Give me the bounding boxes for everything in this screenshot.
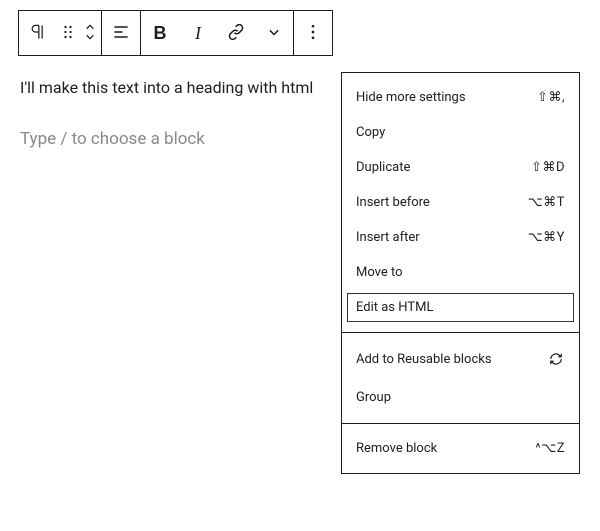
menu-item-label: Edit as HTML [356,300,433,315]
toolbar-group-format: B I [141,11,294,55]
menu-item-label: Remove block [356,441,437,456]
menu-item-label: Insert after [356,230,420,245]
menu-section-3: Remove block ^⌥Z [342,424,579,473]
menu-item-label: Copy [356,125,385,140]
menu-group[interactable]: Group [342,378,579,416]
align-left-icon [111,22,131,45]
menu-move-to[interactable]: Move to [342,255,579,290]
more-rich-text-button[interactable] [255,11,293,55]
shortcut-text: ⇧⌘D [531,160,565,175]
toolbar-group-more [294,11,332,55]
menu-edit-as-html[interactable]: Edit as HTML [344,290,577,325]
menu-item-label: Group [356,390,391,405]
shortcut-text: ⌥⌘Y [528,230,565,245]
menu-hide-more-settings[interactable]: Hide more settings ⇧⌘, [342,80,579,115]
italic-button[interactable]: I [179,11,217,55]
menu-insert-after[interactable]: Insert after ⌥⌘Y [342,220,579,255]
menu-insert-before[interactable]: Insert before ⌥⌘T [342,185,579,220]
drag-handle-button[interactable] [57,11,79,55]
menu-section-2: Add to Reusable blocks Group [342,333,579,424]
chevron-down-icon [264,22,284,45]
move-up-down-button[interactable] [79,11,101,55]
menu-copy[interactable]: Copy [342,115,579,150]
menu-section-1: Hide more settings ⇧⌘, Copy Duplicate ⇧⌘… [342,73,579,333]
link-icon [226,22,246,45]
paragraph-block-button[interactable] [19,11,57,55]
menu-item-label: Move to [356,265,403,280]
bold-button[interactable]: B [141,11,179,55]
block-options-menu: Hide more settings ⇧⌘, Copy Duplicate ⇧⌘… [341,72,580,474]
drag-icon [58,22,78,45]
shortcut-text: ^⌥Z [535,441,565,456]
link-button[interactable] [217,11,255,55]
shortcut-text: ⌥⌘T [528,195,565,210]
block-toolbar: B I [18,10,333,56]
italic-icon: I [195,23,201,44]
shortcut-text: ⇧⌘, [537,90,565,105]
menu-item-label: Hide more settings [356,90,466,105]
empty-icon [547,388,565,406]
more-options-button[interactable] [294,11,332,55]
more-vertical-icon [303,22,323,45]
toolbar-group-align [102,11,141,55]
menu-item-label: Insert before [356,195,430,210]
pilcrow-icon [28,22,48,45]
toolbar-group-block [19,11,102,55]
menu-add-reusable[interactable]: Add to Reusable blocks [342,340,579,378]
menu-duplicate[interactable]: Duplicate ⇧⌘D [342,150,579,185]
arrows-up-down-icon [80,22,100,45]
reusable-icon [547,350,565,368]
menu-remove-block[interactable]: Remove block ^⌥Z [342,431,579,466]
menu-item-label: Add to Reusable blocks [356,352,492,367]
bold-icon: B [154,23,167,44]
menu-item-label: Duplicate [356,160,410,175]
align-button[interactable] [102,11,140,55]
